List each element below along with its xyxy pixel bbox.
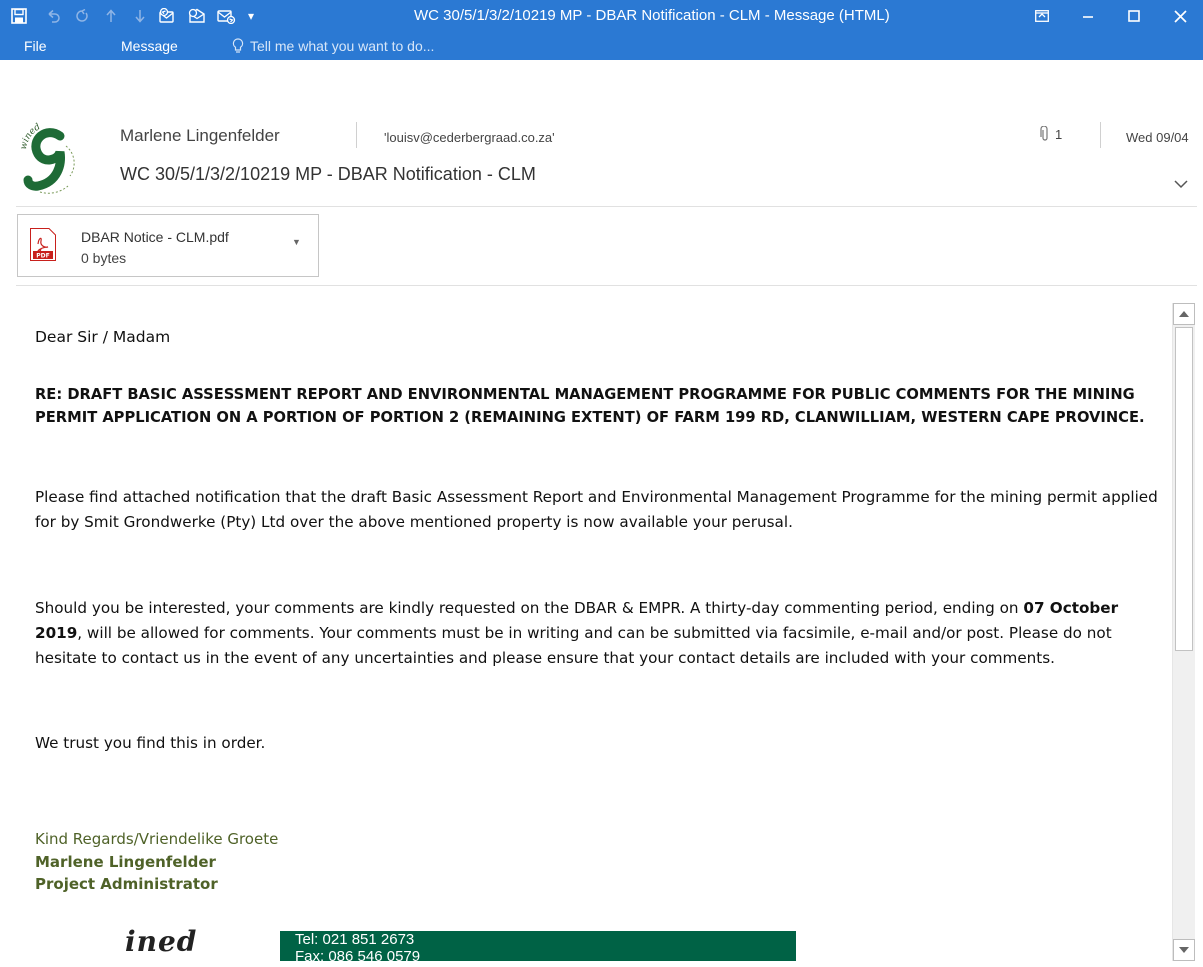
ribbon-display-options-icon[interactable] <box>1019 0 1065 32</box>
save-icon[interactable] <box>0 1 38 31</box>
redo-icon[interactable] <box>67 1 96 31</box>
contact-tel: Tel: 021 851 2673 <box>295 931 415 948</box>
header-divider <box>356 122 357 148</box>
header-divider <box>1100 122 1101 148</box>
forward-icon[interactable] <box>212 1 241 31</box>
title-bar: ▾ WC 30/5/1/3/2/10219 MP - DBAR Notifica… <box>0 0 1203 60</box>
paperclip-icon <box>1040 126 1048 141</box>
scroll-up-icon[interactable] <box>1173 303 1195 325</box>
signature-logo-text: ined <box>125 925 198 958</box>
contact-fax: Fax: 086 546 0579 <box>295 948 421 961</box>
reply-all-icon[interactable] <box>183 1 212 31</box>
body-separator <box>16 285 1197 286</box>
para2-text-b: , will be allowed for comments. Your com… <box>35 624 1112 667</box>
body-paragraph-2: Should you be interested, your comments … <box>35 596 1170 671</box>
sender-logo: wined <box>16 116 88 196</box>
tab-file[interactable]: File <box>24 38 47 54</box>
expand-header-icon[interactable] <box>1174 176 1188 194</box>
greeting: Dear Sir / Madam <box>35 328 171 346</box>
attachment-name: DBAR Notice - CLM.pdf <box>81 229 229 245</box>
window-title: WC 30/5/1/3/2/10219 MP - DBAR Notificati… <box>414 7 890 24</box>
subject-reference: RE: DRAFT BASIC ASSESSMENT REPORT AND EN… <box>35 386 1145 426</box>
tab-message[interactable]: Message <box>121 38 178 54</box>
close-icon[interactable] <box>1157 0 1203 32</box>
tell-me-search[interactable]: Tell me what you want to do... <box>232 38 434 54</box>
attachment-item[interactable]: PDF DBAR Notice - CLM.pdf 0 bytes ▼ <box>17 214 319 277</box>
svg-text:PDF: PDF <box>36 253 49 260</box>
para2-text-a: Should you be interested, your comments … <box>35 599 1024 617</box>
maximize-icon[interactable] <box>1111 0 1157 32</box>
scroll-down-icon[interactable] <box>1173 939 1195 961</box>
sender-name[interactable]: Marlene Lingenfelder <box>120 126 280 146</box>
signature-name: Marlene Lingenfelder <box>35 852 216 871</box>
attachment-indicator: 1 <box>1040 126 1062 142</box>
recipient-address[interactable]: 'louisv@cederbergraad.co.za' <box>384 130 555 145</box>
window-controls <box>1019 0 1203 32</box>
message-subject: WC 30/5/1/3/2/10219 MP - DBAR Notificati… <box>120 164 536 184</box>
signature-regards: Kind Regards/Vriendelike Groete <box>35 830 279 848</box>
undo-icon[interactable] <box>38 1 67 31</box>
lightbulb-icon <box>232 38 244 53</box>
attachment-size: 0 bytes <box>81 250 127 266</box>
customize-toolbar-icon[interactable]: ▾ <box>241 1 261 31</box>
scrollbar-thumb[interactable] <box>1175 327 1193 651</box>
signature-title: Project Administrator <box>35 875 218 893</box>
attachment-count: 1 <box>1055 126 1063 142</box>
message-date: Wed 09/04 <box>1126 130 1189 145</box>
signature: Kind Regards/Vriendelike Groete Marlene … <box>35 828 278 896</box>
minimize-icon[interactable] <box>1065 0 1111 32</box>
signature-logo: ined <box>125 925 197 958</box>
tell-me-placeholder: Tell me what you want to do... <box>250 38 435 54</box>
body-paragraph-1: Please find attached notification that t… <box>35 488 1158 531</box>
next-item-icon[interactable] <box>125 1 154 31</box>
quick-access-toolbar: ▾ <box>0 0 261 32</box>
contact-box: Tel: 021 851 2673 Fax: 086 546 0579 <box>280 931 796 961</box>
reply-icon[interactable] <box>154 1 183 31</box>
pdf-icon: PDF <box>30 228 56 261</box>
header-separator <box>16 206 1197 207</box>
vertical-scrollbar[interactable] <box>1172 303 1195 961</box>
previous-item-icon[interactable] <box>96 1 125 31</box>
body-paragraph-3: We trust you find this in order. <box>35 734 266 752</box>
attachment-dropdown-icon[interactable]: ▼ <box>292 237 301 247</box>
